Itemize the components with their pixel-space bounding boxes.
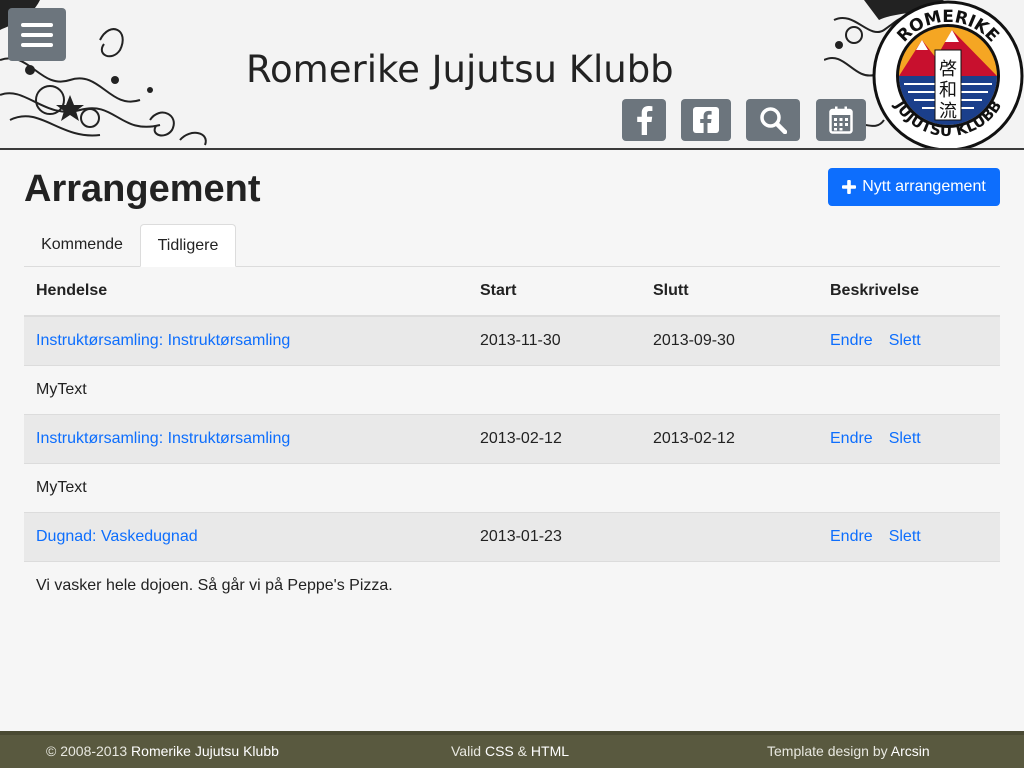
footer-copyright: © 2008-2013 Romerike Jujutsu Klubb — [46, 735, 279, 768]
event-link[interactable]: Instruktørsamling: Instruktørsamling — [36, 332, 290, 349]
delete-link[interactable]: Slett — [889, 332, 921, 349]
menu-icon-bar — [21, 42, 53, 47]
calendar-button[interactable] — [816, 99, 866, 141]
site-header: Romerike Jujutsu Klubb 啓 和 流 ROMERIKE JU… — [0, 0, 1024, 150]
event-start: 2013-11-30 — [468, 316, 641, 366]
menu-icon-bar — [21, 32, 53, 37]
footer-valid: Valid CSS & HTML — [451, 735, 569, 768]
table-row-description: Vi vasker hele dojoen. Så går vi på Pepp… — [24, 561, 1000, 610]
delete-link[interactable]: Slett — [889, 430, 921, 447]
event-description: Vi vasker hele dojoen. Så går vi på Pepp… — [24, 561, 1000, 610]
event-description: MyText — [24, 365, 1000, 415]
event-end: 2013-09-30 — [641, 316, 818, 366]
event-start: 2013-02-12 — [468, 414, 641, 464]
column-header-start: Start — [468, 267, 641, 317]
new-event-label: Nytt arrangement — [862, 178, 986, 195]
footer-html-link[interactable]: HTML — [531, 743, 569, 759]
column-header-slutt: Slutt — [641, 267, 818, 317]
table-header-row: Hendelse Start Slutt Beskrivelse — [24, 267, 1000, 317]
plus-icon — [842, 180, 857, 194]
footer-valid-prefix: Valid — [451, 743, 482, 759]
facebook-square-icon — [693, 107, 719, 133]
logo-kanji-3: 流 — [939, 101, 957, 122]
logo-kanji-1: 啓 — [939, 59, 957, 80]
footer-author-link[interactable]: Arcsin — [891, 743, 930, 759]
column-header-beskrivelse: Beskrivelse — [818, 267, 1000, 317]
event-end: 2013-02-12 — [641, 414, 818, 464]
event-link[interactable]: Dugnad: Vaskedugnad — [36, 528, 198, 545]
footer-template: Template design by Arcsin — [767, 735, 930, 768]
table-row-description: MyText — [24, 365, 1000, 415]
facebook-icon — [637, 106, 653, 135]
menu-icon-bar — [21, 22, 53, 27]
footer-copyright-prefix: © 2008-2013 — [46, 743, 128, 759]
tab-tidligere[interactable]: Tidligere — [140, 224, 236, 267]
footer-template-prefix: Template design by — [767, 743, 888, 759]
search-icon — [760, 107, 787, 134]
page-title: Arrangement — [24, 168, 261, 210]
edit-link[interactable]: Endre — [830, 430, 873, 447]
events-table: Hendelse Start Slutt Beskrivelse Instruk… — [24, 267, 1000, 610]
site-footer: © 2008-2013 Romerike Jujutsu Klubb Valid… — [0, 731, 1024, 768]
footer-club-link[interactable]: Romerike Jujutsu Klubb — [131, 743, 279, 759]
event-end — [641, 512, 818, 562]
edit-link[interactable]: Endre — [830, 528, 873, 545]
event-link[interactable]: Instruktørsamling: Instruktørsamling — [36, 430, 290, 447]
table-row-description: MyText — [24, 463, 1000, 513]
table-row: Instruktørsamling: Instruktørsamling 201… — [24, 316, 1000, 366]
club-logo: 啓 和 流 ROMERIKE JUJUTSU KLUBB — [872, 0, 1024, 148]
delete-link[interactable]: Slett — [889, 528, 921, 545]
logo-kanji-2: 和 — [939, 80, 957, 101]
event-description: MyText — [24, 463, 1000, 513]
new-event-button[interactable]: Nytt arrangement — [828, 168, 1000, 206]
footer-valid-and: & — [517, 743, 528, 759]
footer-css-link[interactable]: CSS — [485, 743, 514, 759]
table-row: Dugnad: Vaskedugnad 2013-01-23 Endre Slet… — [24, 512, 1000, 562]
tab-kommende[interactable]: Kommende — [24, 224, 140, 266]
event-start: 2013-01-23 — [468, 512, 641, 562]
facebook-button[interactable] — [622, 99, 666, 141]
site-title: Romerike Jujutsu Klubb — [246, 48, 674, 91]
calendar-icon — [829, 106, 853, 134]
event-tabs: Kommende Tidligere — [24, 224, 1000, 267]
table-row: Instruktørsamling: Instruktørsamling 201… — [24, 414, 1000, 464]
column-header-hendelse: Hendelse — [24, 267, 468, 317]
search-button[interactable] — [746, 99, 800, 141]
facebook-page-button[interactable] — [681, 99, 731, 141]
menu-button[interactable] — [8, 8, 66, 61]
edit-link[interactable]: Endre — [830, 332, 873, 349]
